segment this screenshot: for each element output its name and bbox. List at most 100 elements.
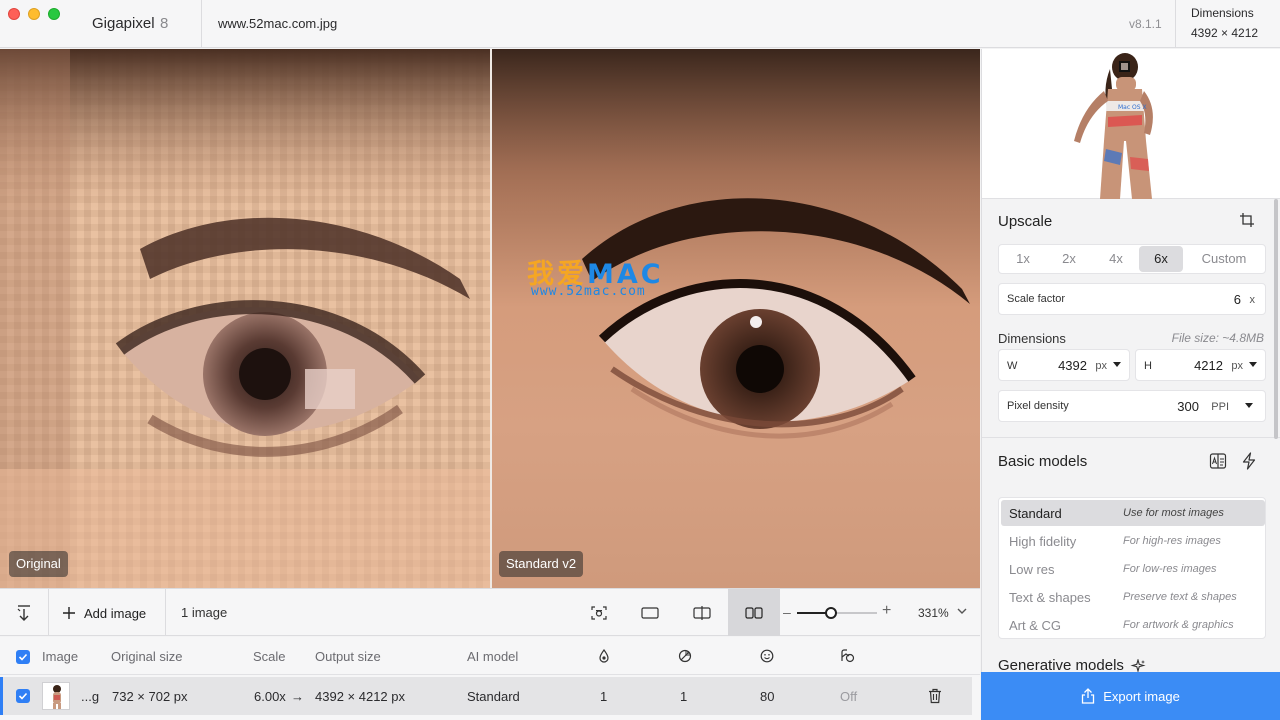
lightning-icon[interactable] (1241, 452, 1257, 473)
panel-scrollbar[interactable] (1274, 199, 1278, 439)
dimensions-value: 4392 × 4212 (1191, 26, 1259, 40)
model-low-res[interactable]: Low res For low-res images (1001, 556, 1265, 582)
scale-option-2x[interactable]: 2x (1045, 246, 1093, 272)
single-view-button[interactable] (624, 589, 676, 636)
select-all-checkbox[interactable] (16, 650, 30, 664)
crop-icon[interactable] (1239, 212, 1255, 231)
width-field[interactable]: W 4392 px (998, 349, 1130, 381)
zoom-in-button[interactable]: + (882, 602, 891, 620)
zoom-slider[interactable] (797, 607, 877, 619)
width-unit-dropdown-icon[interactable] (1113, 362, 1121, 367)
scale-factor-unit: x (1249, 294, 1256, 306)
sort-download-icon[interactable] (12, 601, 36, 625)
split-divider-handle[interactable] (490, 49, 492, 588)
scale-option-4x[interactable]: 4x (1093, 246, 1139, 272)
pixel-density-unit: PPI (1211, 401, 1229, 413)
bottom-toolbar: Add image 1 image – + 331% (0, 588, 980, 636)
height-value[interactable]: 4212 (1194, 358, 1223, 373)
split-view-button[interactable] (676, 589, 728, 636)
original-label: Original (9, 551, 68, 577)
panel-divider (982, 437, 1280, 438)
original-preview[interactable] (0, 49, 490, 588)
generative-models-title: Generative models (998, 657, 1146, 672)
model-description: For artwork & graphics (1123, 619, 1234, 631)
enhanced-eye-image (492, 49, 980, 439)
height-label: H (1144, 360, 1152, 372)
scale-factor-field[interactable]: Scale factor 6 x (998, 283, 1266, 315)
title-divider (1175, 0, 1176, 48)
face-recovery-icon (760, 649, 774, 666)
width-label: W (1007, 360, 1018, 372)
chevron-down-icon[interactable] (956, 605, 968, 620)
plus-icon (63, 607, 75, 619)
image-table: Image Original size Scale Output size AI… (0, 637, 980, 720)
scale-selector: 1x 2x 4x 6x Custom (998, 244, 1266, 274)
model-name: Art & CG (1009, 618, 1062, 633)
pixel-density-field[interactable]: Pixel density 300 PPI (998, 390, 1266, 422)
single-pane-icon (641, 606, 659, 619)
model-name: Standard (1009, 506, 1062, 521)
zoom-slider-handle[interactable] (824, 607, 837, 619)
height-unit-dropdown-icon[interactable] (1249, 362, 1257, 367)
basic-models-list: Standard Use for most images High fideli… (998, 497, 1266, 639)
app-version: 8 (160, 15, 169, 32)
header-ai-model[interactable]: AI model (467, 649, 518, 664)
width-value[interactable]: 4392 (1058, 358, 1087, 373)
pixel-density-label: Pixel density (1007, 400, 1069, 412)
snapshot-view-button[interactable] (573, 589, 625, 636)
comparison-preview[interactable]: Original Standard v2 (0, 49, 980, 588)
settings-panel: Mac OS X Upscale 1x 2x 4x 6x Custom Scal… (981, 49, 1280, 672)
scale-factor-label: Scale factor (1007, 293, 1066, 305)
enhanced-preview[interactable] (492, 49, 980, 588)
side-by-side-view-button[interactable] (728, 589, 780, 636)
side-by-side-icon (745, 606, 763, 619)
toolbar-divider (48, 589, 49, 636)
compare-models-icon[interactable] (1209, 452, 1227, 473)
navigator-viewport-box[interactable] (1119, 61, 1130, 72)
camera-icon (591, 605, 607, 620)
model-name: Low res (1009, 562, 1055, 577)
arrow-right-icon: → (291, 689, 304, 704)
table-row[interactable]: ...g 732 × 702 px 6.00x → 4392 × 4212 px… (0, 677, 972, 715)
header-image[interactable]: Image (42, 649, 78, 664)
window-close-button[interactable] (8, 8, 20, 20)
dimensions-label: Dimensions (1191, 6, 1254, 20)
density-unit-dropdown-icon[interactable] (1245, 403, 1253, 408)
row-original-size: 732 × 702 px (112, 689, 188, 704)
scale-option-6x[interactable]: 6x (1139, 246, 1183, 272)
svg-text:Mac OS X: Mac OS X (1118, 104, 1147, 111)
model-art-cg[interactable]: Art & CG For artwork & graphics (1001, 612, 1265, 638)
model-description: For low-res images (1123, 563, 1217, 575)
row-checkbox[interactable] (16, 689, 30, 703)
row-file-name: ...g (81, 689, 100, 704)
header-scale[interactable]: Scale (253, 649, 286, 664)
row-sharpen: 1 (680, 689, 688, 704)
scale-factor-value[interactable]: 6 (1234, 292, 1241, 307)
row-selected-indicator (0, 677, 3, 715)
navigator-thumbnail[interactable]: Mac OS X (982, 49, 1280, 199)
model-high-fidelity[interactable]: High fidelity For high-res images (1001, 528, 1265, 554)
row-face-recovery: 80 (760, 689, 775, 704)
window-maximize-button[interactable] (48, 8, 60, 20)
model-name: Text & shapes (1009, 590, 1091, 605)
model-label: Standard v2 (499, 551, 584, 577)
scale-option-1x[interactable]: 1x (1001, 246, 1045, 272)
width-unit: px (1095, 360, 1107, 372)
trash-icon[interactable] (928, 688, 942, 707)
export-image-button[interactable]: Export image (981, 672, 1280, 720)
model-text-shapes[interactable]: Text & shapes Preserve text & shapes (1001, 584, 1265, 610)
model-standard[interactable]: Standard Use for most images (1001, 500, 1265, 526)
sparkle-icon (1130, 657, 1146, 672)
zoom-out-button[interactable]: – (783, 604, 791, 620)
add-image-label: Add image (84, 605, 147, 621)
add-image-button[interactable]: Add image (62, 601, 146, 625)
split-pane-icon (693, 605, 711, 620)
window-minimize-button[interactable] (28, 8, 40, 20)
scale-option-custom[interactable]: Custom (1183, 246, 1265, 272)
header-output-size[interactable]: Output size (315, 649, 381, 664)
zoom-value[interactable]: 331% (918, 606, 949, 620)
image-thumbnail (42, 682, 70, 710)
height-field[interactable]: H 4212 px (1135, 349, 1266, 381)
pixel-density-value[interactable]: 300 (1177, 399, 1199, 414)
header-original-size[interactable]: Original size (111, 649, 183, 664)
